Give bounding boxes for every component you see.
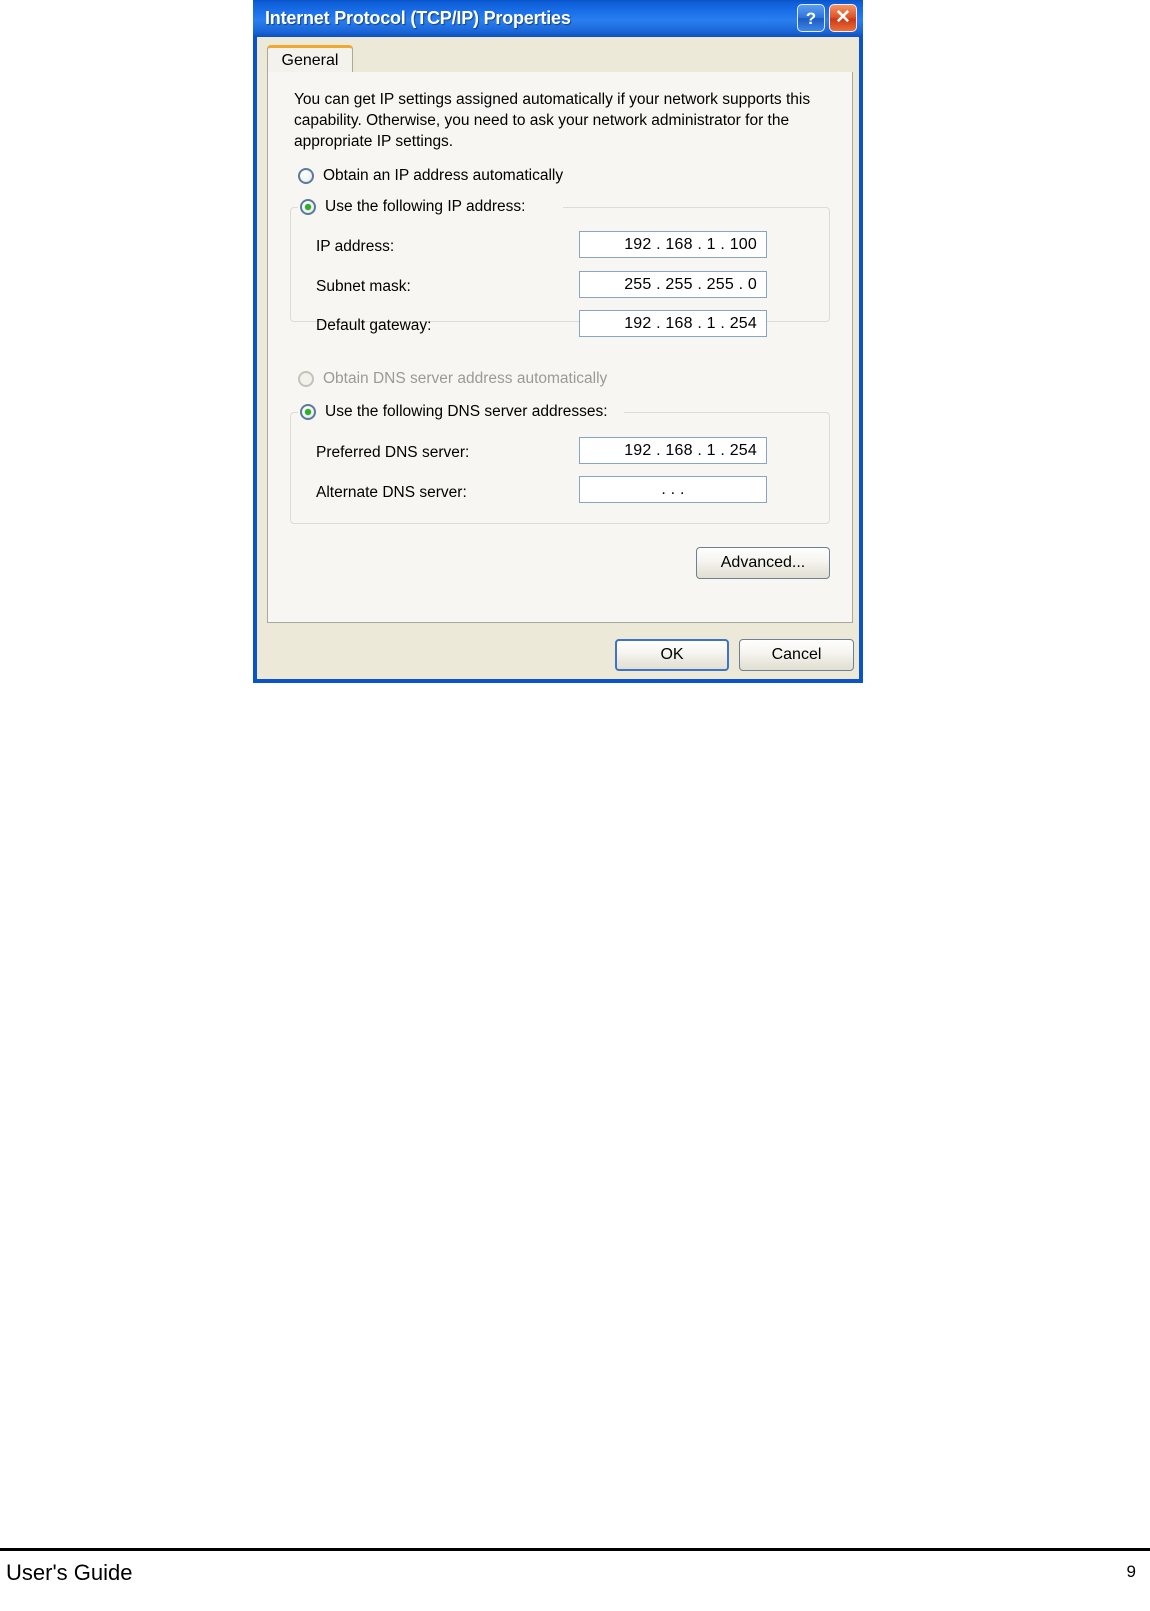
radio-obtain-ip-automatically[interactable]: Obtain an IP address automatically	[298, 167, 563, 185]
general-tab-panel: You can get IP settings assigned automat…	[267, 72, 853, 623]
radio-circle-icon	[298, 168, 314, 184]
ok-button[interactable]: OK	[615, 639, 729, 671]
radio-use-following-ip-label: Use the following IP address:	[325, 198, 526, 215]
alternate-dns-input[interactable]: . . .	[579, 476, 767, 503]
radio-obtain-dns-automatically[interactable]: Obtain DNS server address automatically	[298, 370, 607, 388]
footer-divider	[0, 1548, 1150, 1551]
default-gateway-input[interactable]: 192 . 168 . 1 . 254	[579, 310, 767, 337]
radio-circle-selected-icon	[300, 404, 316, 420]
radio-use-following-ip[interactable]: Use the following IP address:	[300, 198, 525, 216]
alternate-dns-label: Alternate DNS server:	[316, 484, 467, 501]
dns-server-group	[290, 412, 830, 524]
titlebar-button-group: ? ✕	[797, 4, 857, 32]
settings-description: You can get IP settings assigned automat…	[294, 91, 811, 150]
radio-circle-selected-icon	[300, 199, 316, 215]
radio-use-following-dns-label: Use the following DNS server addresses:	[325, 403, 608, 420]
dialog-title: Internet Protocol (TCP/IP) Properties	[265, 8, 571, 28]
help-glyph: ?	[805, 8, 817, 28]
advanced-button[interactable]: Advanced...	[696, 547, 830, 579]
radio-obtain-dns-automatically-label: Obtain DNS server address automatically	[323, 370, 608, 387]
radio-obtain-ip-automatically-label: Obtain an IP address automatically	[323, 167, 564, 184]
cancel-button[interactable]: Cancel	[739, 639, 854, 671]
help-icon[interactable]: ?	[797, 4, 825, 32]
footer-page-number: 9	[1126, 1562, 1136, 1581]
close-glyph: ✕	[835, 6, 851, 28]
tab-strip: General	[267, 45, 853, 74]
radio-circle-disabled-icon	[298, 371, 314, 387]
preferred-dns-input[interactable]: 192 . 168 . 1 . 254	[579, 437, 767, 464]
subnet-mask-input[interactable]: 255 . 255 . 255 . 0	[579, 271, 767, 298]
tab-container: General You can get IP settings assigned…	[267, 45, 853, 623]
tcpip-properties-dialog: Internet Protocol (TCP/IP) Properties ? …	[253, 0, 863, 683]
dialog-titlebar[interactable]: Internet Protocol (TCP/IP) Properties ? …	[253, 0, 863, 37]
default-gateway-label: Default gateway:	[316, 317, 432, 334]
subnet-mask-label: Subnet mask:	[316, 278, 411, 295]
ip-address-input[interactable]: 192 . 168 . 1 . 100	[579, 231, 767, 258]
ip-address-group	[290, 207, 830, 322]
ip-address-label: IP address:	[316, 238, 395, 255]
radio-use-following-dns[interactable]: Use the following DNS server addresses:	[300, 403, 608, 421]
close-icon[interactable]: ✕	[829, 4, 857, 32]
tab-general[interactable]: General	[267, 45, 353, 74]
footer-document-title: User's Guide	[6, 1560, 133, 1585]
preferred-dns-label: Preferred DNS server:	[316, 444, 470, 461]
